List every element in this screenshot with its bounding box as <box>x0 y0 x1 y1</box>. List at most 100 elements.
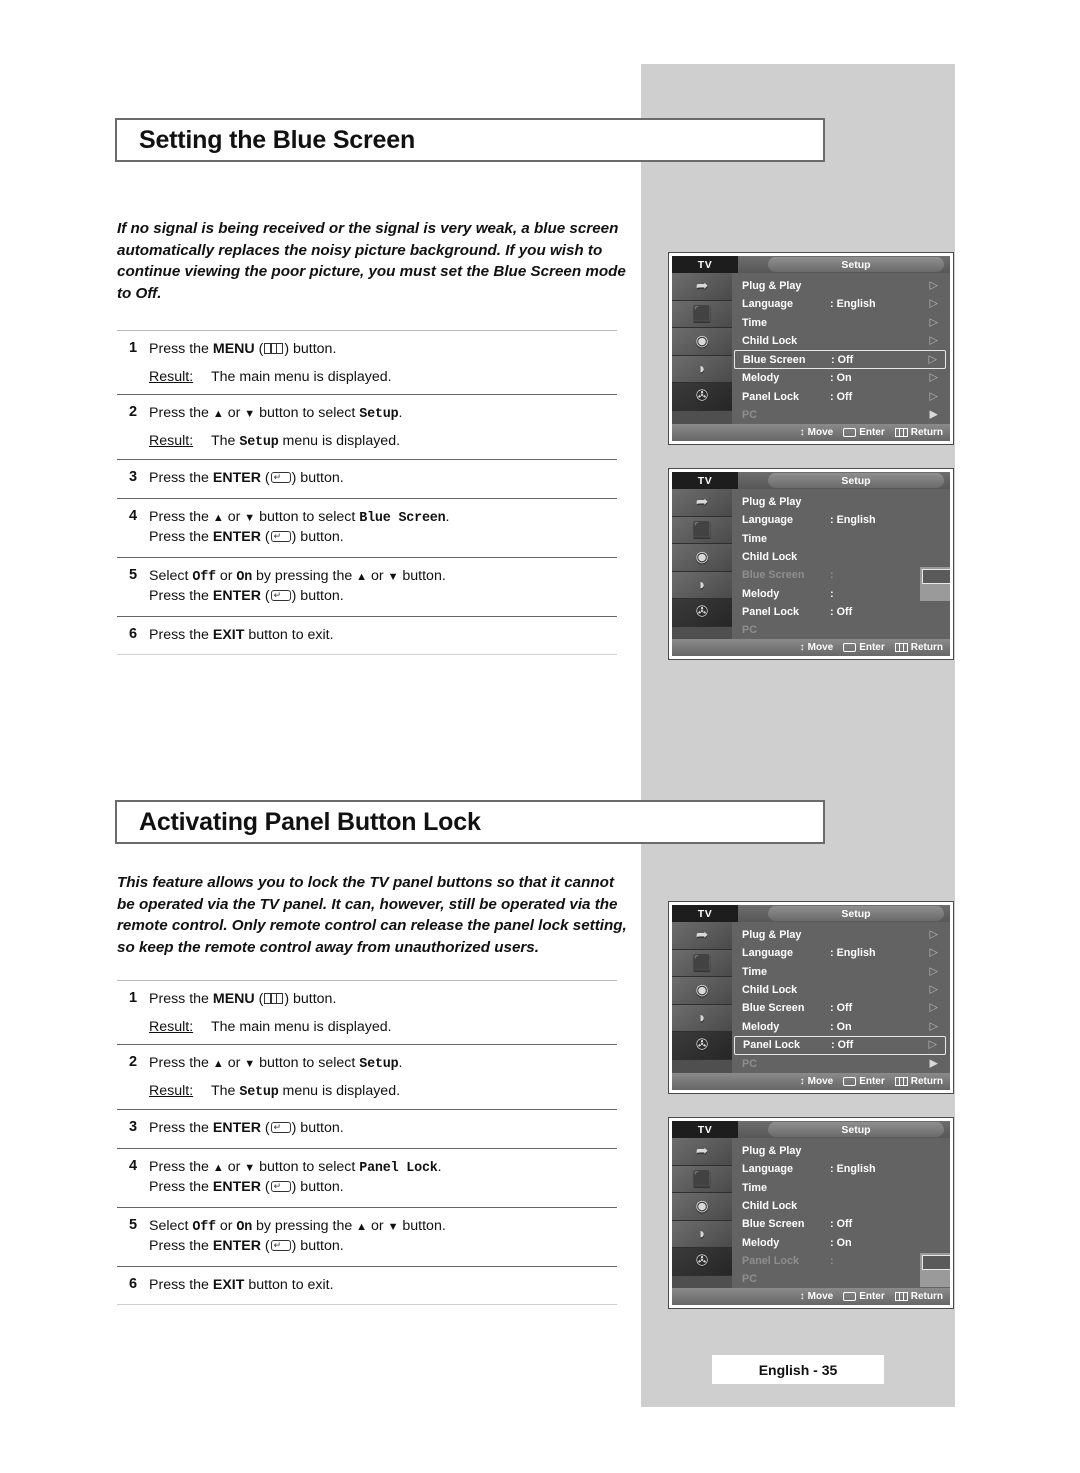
osd-menu-item[interactable]: Melody: On <box>734 1233 946 1251</box>
osd-title-bar: TV Setup <box>672 256 950 273</box>
fingers-icon[interactable]: ✇ <box>672 1032 732 1060</box>
osd-menu-item[interactable]: Panel Lock: Off <box>734 603 946 621</box>
osd-menu-item[interactable]: Child Lock <box>734 548 946 566</box>
fingers-icon[interactable]: ✇ <box>672 1248 732 1276</box>
osd-menu-item[interactable]: Child Lock <box>734 1197 946 1215</box>
osd-icon-sidebar: ➦ ⬛ ◉ ◗ ✇ <box>672 489 732 640</box>
hand-icon[interactable]: ◗ <box>672 1220 732 1248</box>
antenna-icon[interactable]: ➦ <box>672 489 732 517</box>
picture-tube-icon[interactable]: ⬛ <box>672 949 732 977</box>
hand-icon[interactable]: ◗ <box>672 571 732 599</box>
hand-icon[interactable]: ◗ <box>672 355 732 383</box>
speaker-icon[interactable]: ◉ <box>672 544 732 572</box>
result-text: The Setup menu is displayed. <box>211 1083 401 1100</box>
osd-hint: Enter <box>843 427 885 438</box>
picture-tube-icon[interactable]: ⬛ <box>672 300 732 328</box>
osd-hint-bar: ↕ Move Enter Return <box>672 1288 950 1306</box>
up-arrow-icon: ▲ <box>212 511 224 524</box>
speaker-icon[interactable]: ◉ <box>672 977 732 1005</box>
picture-tube-icon[interactable]: ⬛ <box>672 516 732 544</box>
osd-menu-item[interactable]: Blue Screen : Off <box>734 1215 946 1233</box>
osd-menu-item[interactable]: Blue Screen: Off ▷ <box>734 999 946 1017</box>
step-number: 6 <box>128 625 138 642</box>
osd-menu-item[interactable]: Time ▷ <box>734 314 946 332</box>
osd-option-popup[interactable]: OffOn <box>920 1253 950 1287</box>
osd-menu-item[interactable]: Time ▷ <box>734 963 946 981</box>
osd-option-item[interactable]: Off <box>922 569 950 584</box>
osd-tab-setup[interactable]: Setup <box>768 1122 944 1137</box>
osd-menu-item[interactable]: Plug & Play ▷ <box>734 277 946 295</box>
osd-item-label: Child Lock <box>742 984 798 997</box>
osd-menu-item[interactable]: Language: English ▷ <box>734 944 946 962</box>
osd-tab-setup[interactable]: Setup <box>768 473 944 488</box>
up-down-arrow-icon: ↕ <box>799 426 805 438</box>
osd-item-label: PC <box>742 1057 757 1070</box>
speaker-icon[interactable]: ◉ <box>672 1193 732 1221</box>
osd-menu-item[interactable]: Child Lock ▷ <box>734 332 946 350</box>
osd-menu-item[interactable]: PC ▶ <box>734 406 946 424</box>
step-result: Result: The main menu is displayed. <box>149 1019 617 1035</box>
osd-item-label: Panel Lock <box>742 390 800 403</box>
chevron-right-icon: ▷ <box>929 297 938 310</box>
osd-menu-item[interactable]: Language: English <box>734 511 946 529</box>
osd-hint-bar: ↕ Move Enter Return <box>672 424 950 442</box>
osd-menu-item[interactable]: PC ▶ <box>734 1055 946 1073</box>
osd-menu-item[interactable]: Blue Screen: <box>734 566 946 584</box>
osd-option-popup[interactable]: OffOn <box>920 567 950 601</box>
osd-menu-item[interactable]: Plug & Play <box>734 1142 946 1160</box>
osd-menu-item[interactable]: PC <box>734 1270 946 1288</box>
chevron-right-icon: ▷ <box>929 983 938 996</box>
osd-menu-item[interactable]: Plug & Play <box>734 493 946 511</box>
osd-menu-item[interactable]: Time <box>734 1179 946 1197</box>
osd-option-item[interactable]: Off <box>922 1255 950 1270</box>
manual-page: Setting the Blue Screen If no signal is … <box>0 0 1080 1473</box>
osd-menu-item[interactable]: Panel Lock: <box>734 1252 946 1270</box>
step-row: 4 Press the ▲ or ▼ button to select Blue… <box>117 497 617 557</box>
speaker-icon[interactable]: ◉ <box>672 328 732 356</box>
osd-menu-item[interactable]: Language: English <box>734 1160 946 1178</box>
osd-menu-item[interactable]: Panel Lock: Off ▷ <box>734 1035 946 1055</box>
osd-item-value: : English <box>830 298 876 311</box>
chevron-right-icon: ▷ <box>929 371 938 384</box>
osd-option-item[interactable]: On <box>922 584 950 599</box>
step-number: 1 <box>128 990 138 1006</box>
osd-menu-item[interactable]: Blue Screen: Off ▷ <box>734 350 946 370</box>
osd-item-label: Plug & Play <box>742 1145 802 1158</box>
osd-tab-setup[interactable]: Setup <box>768 906 944 921</box>
osd-tab-setup[interactable]: Setup <box>768 257 944 272</box>
fingers-icon[interactable]: ✇ <box>672 383 732 411</box>
antenna-icon[interactable]: ➦ <box>672 1138 732 1166</box>
osd-item-value: : Off <box>830 1218 853 1231</box>
osd-menu-item[interactable]: Plug & Play ▷ <box>734 926 946 944</box>
osd-icon-sidebar: ➦ ⬛ ◉ ◗ ✇ <box>672 273 732 425</box>
step-number: 4 <box>128 507 138 524</box>
osd-option-item[interactable]: On <box>922 1270 950 1285</box>
step-text: Press the ▲ or ▼ button to select Setup. <box>149 404 403 422</box>
osd-menu-list: Plug & Play ▷ Language: English ▷ Time ▷ Child… <box>732 922 950 1073</box>
osd-menu-item[interactable]: Melody: <box>734 584 946 602</box>
hand-icon[interactable]: ◗ <box>672 1004 732 1032</box>
osd-menu-item[interactable]: Language: English ▷ <box>734 295 946 313</box>
osd-hint-bar: ↕ Move Enter Return <box>672 639 950 657</box>
antenna-icon[interactable]: ➦ <box>672 922 732 950</box>
osd-item-value: : <box>830 569 834 582</box>
step-number: 1 <box>128 340 138 356</box>
step-text: Press the ▲ or ▼ button to select Panel … <box>149 1158 442 1176</box>
osd-menu-item[interactable]: Panel Lock: Off ▷ <box>734 387 946 405</box>
step-row: 2 Press the ▲ or ▼ button to select Setu… <box>117 1043 617 1110</box>
step-row: 6 Press the EXIT button to exit. <box>117 1265 617 1305</box>
osd-menu-item[interactable]: Child Lock ▷ <box>734 981 946 999</box>
osd-item-label: Blue Screen <box>742 1218 805 1231</box>
fingers-icon[interactable]: ✇ <box>672 599 732 627</box>
osd-menu-item[interactable]: PC <box>734 621 946 639</box>
osd-menu-item[interactable]: Melody: On ▷ <box>734 369 946 387</box>
antenna-icon[interactable]: ➦ <box>672 273 732 301</box>
chevron-right-icon: ▶ <box>929 1057 938 1070</box>
osd-hint-label: Enter <box>859 642 885 654</box>
osd-item-value: : Off <box>831 1039 854 1052</box>
osd-menu-item[interactable]: Melody: On ▷ <box>734 1017 946 1035</box>
osd-menu-item[interactable]: Time <box>734 530 946 548</box>
picture-tube-icon[interactable]: ⬛ <box>672 1165 732 1193</box>
osd-screenshot-3: TV Setup ➦ ⬛ ◉ ◗ ✇ Plug & Play ▷ Language: Englis… <box>668 901 954 1095</box>
result-label: Result: <box>149 1083 194 1099</box>
